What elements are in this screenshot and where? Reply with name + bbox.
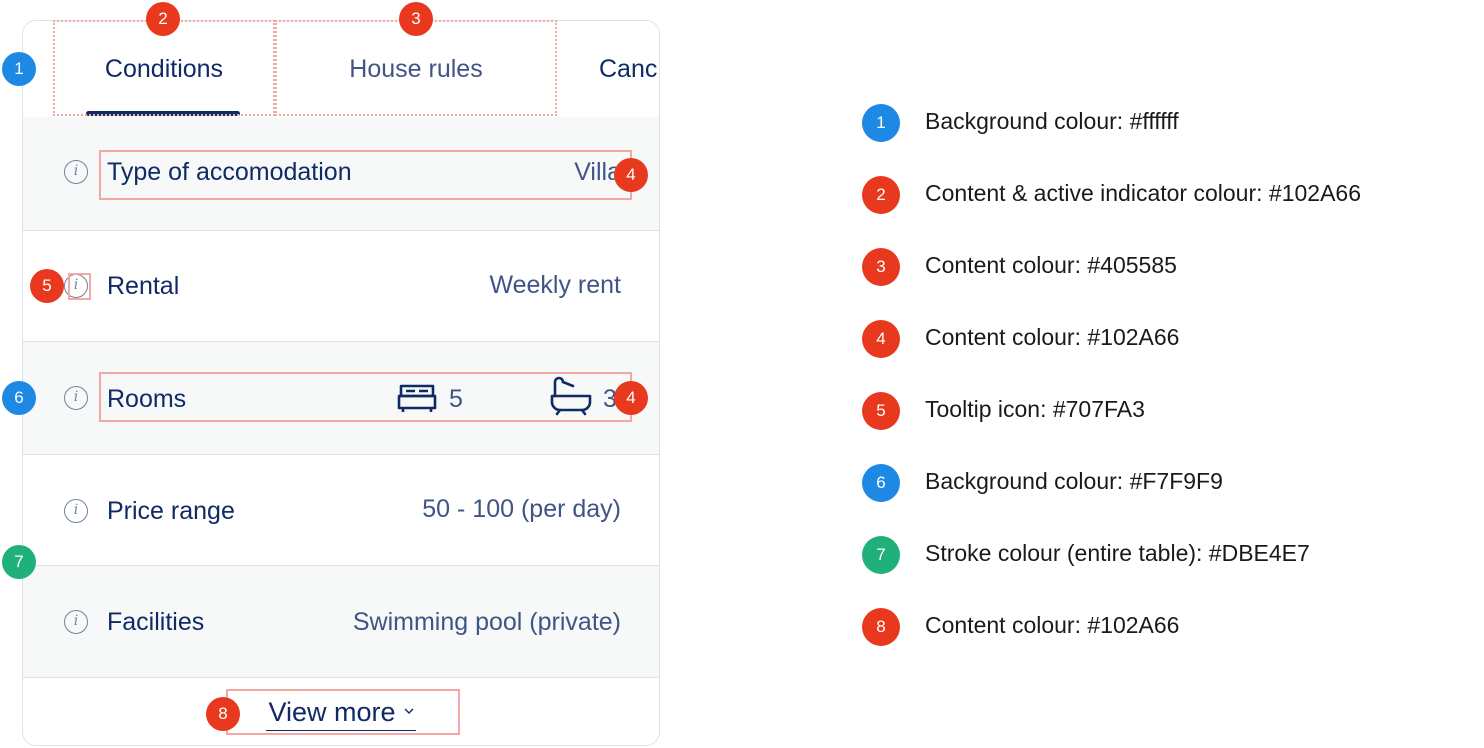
legend-badge: 6 [862, 464, 900, 502]
row-label: Rental [107, 272, 180, 300]
tab-bar: Conditions House rules Canc [23, 21, 659, 118]
row-label: Rooms [107, 385, 187, 413]
annotation-badge: 4 [614, 381, 648, 415]
table-row-accommodation: i Type of accomodation Villa [23, 117, 659, 231]
legend-badge: 2 [862, 176, 900, 214]
row-label: Facilities [107, 608, 205, 636]
annotation-badge: 1 [2, 52, 36, 86]
table-row-rental: i Rental Weekly rent [23, 231, 659, 342]
legend-text: Stroke colour (entire table): #DBE4E7 [925, 540, 1310, 566]
tab-cancellation[interactable]: Canc [599, 21, 659, 117]
legend-badge: 4 [862, 320, 900, 358]
legend-text: Content colour: #405585 [925, 252, 1177, 278]
legend-badge: 3 [862, 248, 900, 286]
legend-text: Background colour: #F7F9F9 [925, 468, 1223, 494]
row-label: Price range [107, 497, 235, 525]
row-value: Swimming pool (private) [352, 608, 621, 636]
legend-text: Background colour: #ffffff [925, 108, 1179, 134]
view-more-label: View more [268, 697, 396, 727]
legend-badge: 7 [862, 536, 900, 574]
legend-text: Content colour: #102A66 [925, 612, 1180, 638]
table-row-facilities: i Facilities Swimming pool (private) [23, 566, 659, 678]
info-icon[interactable]: i [64, 274, 88, 298]
bed-icon [397, 384, 437, 412]
row-label: Type of accomodation [107, 158, 352, 186]
info-icon[interactable]: i [64, 499, 88, 523]
table-row-rooms: i Rooms 5 3 [23, 342, 659, 455]
annotation-badge: 8 [206, 697, 240, 731]
row-value: Weekly rent [489, 271, 621, 299]
active-tab-indicator [86, 111, 240, 116]
legend-badge: 5 [862, 392, 900, 430]
bathtub-icon [550, 376, 592, 416]
info-icon[interactable]: i [64, 610, 88, 634]
view-more-button[interactable]: View more [266, 697, 416, 731]
annotation-badge: 2 [146, 2, 180, 36]
annotation-badge: 3 [399, 2, 433, 36]
legend-text: Tooltip icon: #707FA3 [925, 396, 1145, 422]
legend-badge: 1 [862, 104, 900, 142]
row-value: 50 - 100 (per day) [422, 495, 621, 523]
annotation-badge: 7 [2, 545, 36, 579]
table-row-price: i Price range 50 - 100 (per day) [23, 455, 659, 566]
info-icon[interactable]: i [64, 386, 88, 410]
view-more-area: View more [23, 677, 659, 745]
annotation-badge: 6 [2, 381, 36, 415]
annotation-badge: 4 [614, 158, 648, 192]
chevron-down-icon [404, 708, 414, 714]
bedrooms-count: 5 [449, 385, 463, 413]
legend-text: Content colour: #102A66 [925, 324, 1180, 350]
conditions-card: Conditions House rules Canc i Type of ac… [22, 20, 660, 746]
legend-text: Content & active indicator colour: #102A… [925, 180, 1361, 206]
legend-badge: 8 [862, 608, 900, 646]
annotation-badge: 5 [30, 269, 64, 303]
info-icon[interactable]: i [64, 160, 88, 184]
